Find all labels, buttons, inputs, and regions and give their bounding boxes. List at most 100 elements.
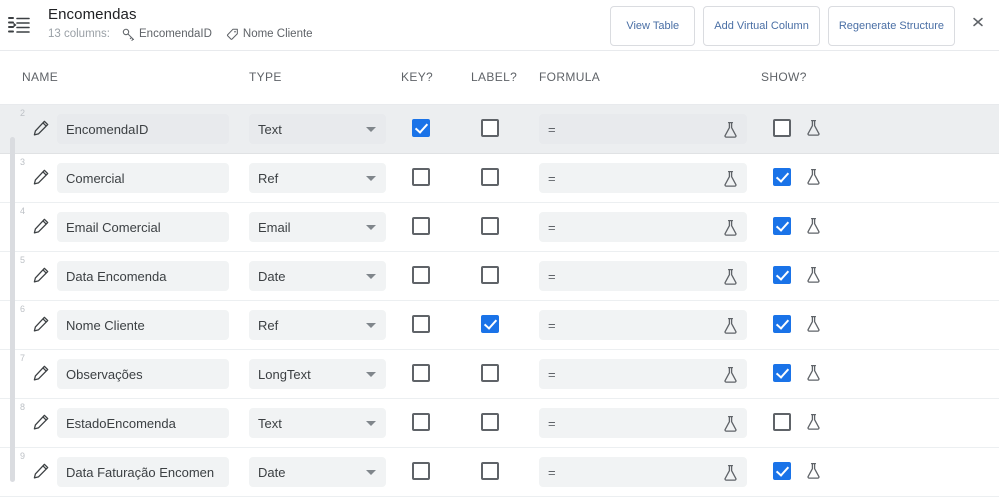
show-flask-icon[interactable] — [805, 315, 822, 333]
label-checkbox[interactable] — [481, 119, 499, 137]
show-checkbox[interactable] — [773, 315, 791, 333]
show-flask-icon[interactable] — [805, 364, 822, 382]
edit-pencil-icon[interactable] — [32, 217, 50, 235]
edit-pencil-icon[interactable] — [32, 364, 50, 382]
label-checkbox[interactable] — [481, 315, 499, 333]
title-block: Encomendas 13 columns: EncomendaID Nome … — [48, 6, 327, 41]
key-checkbox[interactable] — [412, 168, 430, 186]
show-checkbox[interactable] — [773, 168, 791, 186]
formula-input[interactable]: = — [539, 114, 747, 144]
column-name-input[interactable]: Data Encomenda — [57, 261, 229, 291]
show-checkbox[interactable] — [773, 462, 791, 480]
key-checkbox[interactable] — [412, 266, 430, 284]
label-checkbox[interactable] — [481, 168, 499, 186]
show-checkbox[interactable] — [773, 119, 791, 137]
formula-input[interactable]: = — [539, 212, 747, 242]
column-header-name: NAME — [22, 70, 59, 84]
chevron-down-icon — [366, 470, 376, 475]
formula-flask-icon[interactable] — [722, 121, 739, 139]
formula-input[interactable]: = — [539, 408, 747, 438]
collapse-expand-icon[interactable] — [965, 6, 991, 38]
column-name-input[interactable]: Data Faturação Encomen — [57, 457, 229, 487]
formula-input[interactable]: = — [539, 261, 747, 291]
table-row[interactable]: 3 Comercial Ref = — [0, 154, 999, 203]
key-checkbox[interactable] — [412, 119, 430, 137]
formula-input[interactable]: = — [539, 359, 747, 389]
formula-flask-icon[interactable] — [722, 464, 739, 482]
edit-pencil-icon[interactable] — [32, 168, 50, 186]
column-name-input[interactable]: Comercial — [57, 163, 229, 193]
formula-flask-icon[interactable] — [722, 219, 739, 237]
formula-flask-icon[interactable] — [722, 415, 739, 433]
key-checkbox[interactable] — [412, 315, 430, 333]
view-table-button[interactable]: View Table — [610, 6, 696, 46]
edit-pencil-icon[interactable] — [32, 315, 50, 333]
show-checkbox[interactable] — [773, 217, 791, 235]
key-checkbox[interactable] — [412, 462, 430, 480]
key-icon — [122, 28, 135, 41]
formula-prefix: = — [548, 219, 556, 235]
hamburger-menu-icon[interactable] — [8, 14, 30, 36]
column-name-input[interactable]: Nome Cliente — [57, 310, 229, 340]
column-type-select[interactable]: Text — [249, 408, 386, 438]
show-checkbox[interactable] — [773, 266, 791, 284]
column-type-select[interactable]: Date — [249, 261, 386, 291]
column-name-input[interactable]: EstadoEncomenda — [57, 408, 229, 438]
show-flask-icon[interactable] — [805, 266, 822, 284]
key-checkbox[interactable] — [412, 413, 430, 431]
formula-input[interactable]: = — [539, 457, 747, 487]
key-checkbox[interactable] — [412, 364, 430, 382]
regenerate-structure-button[interactable]: Regenerate Structure — [827, 6, 955, 46]
row-number: 6 — [20, 304, 26, 314]
label-checkbox[interactable] — [481, 217, 499, 235]
table-row[interactable]: 9 Data Faturação Encomen Date = — [0, 448, 999, 497]
show-flask-icon[interactable] — [805, 462, 822, 480]
column-type-select[interactable]: Text — [249, 114, 386, 144]
chevron-down-icon — [366, 176, 376, 181]
show-checkbox[interactable] — [773, 364, 791, 382]
key-checkbox[interactable] — [412, 217, 430, 235]
table-row[interactable]: 6 Nome Cliente Ref = — [0, 301, 999, 350]
show-flask-icon[interactable] — [805, 217, 822, 235]
column-type-select[interactable]: Ref — [249, 310, 386, 340]
column-type-select[interactable]: LongText — [249, 359, 386, 389]
edit-pencil-icon[interactable] — [32, 462, 50, 480]
vertical-scrollbar[interactable] — [10, 137, 15, 482]
label-checkbox[interactable] — [481, 364, 499, 382]
table-subtitle: 13 columns: EncomendaID Nome Cliente — [48, 27, 327, 41]
label-column-name: Nome Cliente — [242, 28, 313, 40]
formula-prefix: = — [548, 170, 556, 186]
label-checkbox[interactable] — [481, 266, 499, 284]
table-row[interactable]: 5 Data Encomenda Date = — [0, 252, 999, 301]
column-name-input[interactable]: EncomendaID — [57, 114, 229, 144]
column-type-select[interactable]: Date — [249, 457, 386, 487]
table-row[interactable]: 8 EstadoEncomenda Text = — [0, 399, 999, 448]
row-number: 8 — [20, 402, 26, 412]
show-flask-icon[interactable] — [805, 119, 822, 137]
table-row[interactable]: 4 Email Comercial Email = — [0, 203, 999, 252]
formula-input[interactable]: = — [539, 163, 747, 193]
edit-pencil-icon[interactable] — [32, 119, 50, 137]
label-column-chip[interactable]: Nome Cliente — [226, 27, 313, 41]
show-checkbox[interactable] — [773, 413, 791, 431]
formula-flask-icon[interactable] — [722, 268, 739, 286]
label-checkbox[interactable] — [481, 413, 499, 431]
formula-input[interactable]: = — [539, 310, 747, 340]
key-column-chip[interactable]: EncomendaID — [122, 27, 212, 41]
formula-flask-icon[interactable] — [722, 170, 739, 188]
formula-flask-icon[interactable] — [722, 317, 739, 335]
table-row[interactable]: 2 EncomendaID Text = — [0, 105, 999, 154]
page-title: Encomendas — [48, 6, 137, 23]
formula-flask-icon[interactable] — [722, 366, 739, 384]
table-row[interactable]: 7 Observações LongText = — [0, 350, 999, 399]
edit-pencil-icon[interactable] — [32, 266, 50, 284]
show-flask-icon[interactable] — [805, 413, 822, 431]
add-virtual-column-button[interactable]: Add Virtual Column — [703, 6, 820, 46]
column-name-input[interactable]: Email Comercial — [57, 212, 229, 242]
column-type-select[interactable]: Ref — [249, 163, 386, 193]
column-name-input[interactable]: Observações — [57, 359, 229, 389]
edit-pencil-icon[interactable] — [32, 413, 50, 431]
show-flask-icon[interactable] — [805, 168, 822, 186]
column-type-select[interactable]: Email — [249, 212, 386, 242]
label-checkbox[interactable] — [481, 462, 499, 480]
